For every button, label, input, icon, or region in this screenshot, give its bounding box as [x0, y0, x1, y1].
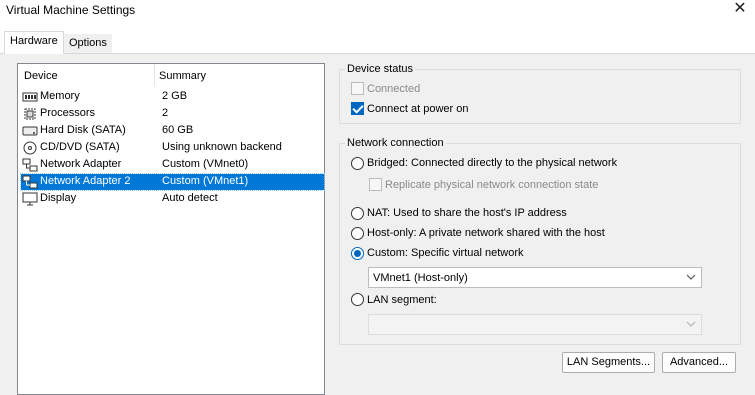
device-summary: 2 — [162, 107, 169, 119]
device-status-group — [339, 69, 741, 124]
display-icon — [22, 192, 38, 206]
hard-disk-icon — [22, 124, 38, 138]
custom-network-value: VMnet1 (Host-only) — [373, 272, 468, 284]
device-summary: Using unknown backend — [162, 141, 282, 153]
chevron-down-icon — [686, 318, 696, 330]
custom-network-select[interactable]: VMnet1 (Host-only) — [368, 267, 702, 288]
device-summary: 60 GB — [162, 124, 194, 136]
replicate-checkbox[interactable] — [369, 178, 382, 191]
network-adapter-icon — [22, 158, 38, 172]
lan-segment-radio[interactable] — [351, 293, 364, 306]
device-name: Network Adapter 2 — [40, 175, 131, 187]
lan-segment-label: LAN segment: — [367, 294, 437, 306]
device-status-title: Device status — [345, 63, 416, 75]
custom-label: Custom: Specific virtual network — [367, 247, 524, 259]
window-title: Virtual Machine Settings — [6, 3, 136, 17]
device-name: Network Adapter — [40, 158, 122, 170]
connected-label: Connected — [367, 83, 421, 95]
device-row-cd-dvd[interactable]: CD/DVD (SATA) Using unknown backend — [21, 140, 324, 156]
host-only-radio[interactable] — [351, 227, 364, 240]
lan-segment-select[interactable] — [368, 314, 702, 335]
device-name: Hard Disk (SATA) — [40, 124, 126, 136]
device-summary: Custom (VMnet1) — [162, 175, 249, 187]
device-row-processors[interactable]: Processors 2 — [21, 106, 324, 122]
device-row-network-adapter-2[interactable]: Network Adapter 2 Custom (VMnet1) — [20, 173, 325, 191]
advanced-button[interactable]: Advanced... — [662, 352, 736, 373]
device-row-hard-disk[interactable]: Hard Disk (SATA) 60 GB — [21, 123, 324, 139]
custom-radio[interactable] — [351, 247, 364, 260]
device-summary: Custom (VMnet0) — [162, 158, 249, 170]
replicate-label: Replicate physical network connection st… — [385, 179, 599, 191]
nat-radio[interactable] — [351, 207, 364, 220]
network-connection-title: Network connection — [345, 137, 446, 149]
processor-icon — [22, 107, 38, 121]
column-divider[interactable] — [154, 64, 155, 86]
device-name: Processors — [40, 107, 96, 119]
connected-checkbox[interactable] — [351, 82, 364, 95]
close-icon: ✕ — [733, 0, 747, 17]
device-name: Display — [40, 192, 77, 204]
lan-segments-button[interactable]: LAN Segments... — [562, 352, 655, 373]
column-header-device[interactable]: Device — [24, 70, 58, 82]
tab-options[interactable]: Options — [64, 34, 112, 53]
connect-at-power-on-label: Connect at power on — [367, 103, 469, 115]
host-only-label: Host-only: A private network shared with… — [367, 227, 605, 239]
device-row-network-adapter[interactable]: Network Adapter Custom (VMnet0) — [21, 157, 324, 173]
device-name: Memory — [40, 90, 80, 102]
cd-dvd-icon — [22, 141, 38, 155]
nat-label: NAT: Used to share the host's IP address — [367, 207, 567, 219]
close-button[interactable]: ✕ — [732, 0, 748, 18]
column-header-summary[interactable]: Summary — [159, 70, 206, 82]
memory-icon — [22, 90, 38, 104]
device-summary: Auto detect — [162, 192, 218, 204]
connect-at-power-on-checkbox[interactable] — [351, 102, 364, 115]
chevron-down-icon — [686, 271, 696, 283]
bridged-label: Bridged: Connected directly to the physi… — [367, 157, 618, 169]
device-name: CD/DVD (SATA) — [40, 141, 120, 153]
device-row-memory[interactable]: Memory 2 GB — [21, 89, 324, 105]
device-list[interactable]: Device Summary Memory 2 GB Processors 2 … — [17, 63, 325, 395]
network-adapter-icon — [22, 175, 38, 189]
bridged-radio[interactable] — [351, 157, 364, 170]
device-summary: 2 GB — [162, 90, 188, 102]
device-row-display[interactable]: Display Auto detect — [21, 191, 324, 207]
tab-hardware[interactable]: Hardware — [4, 31, 64, 54]
